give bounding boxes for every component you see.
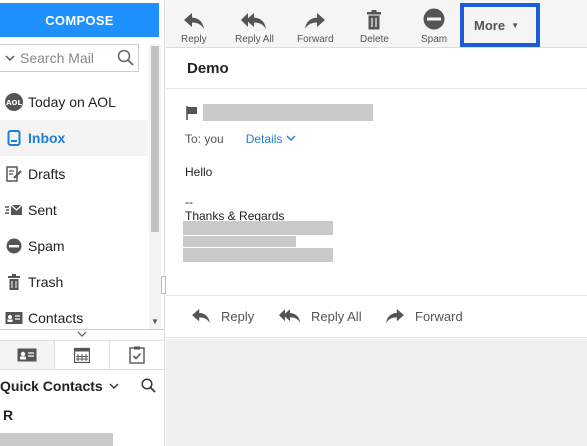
- details-link[interactable]: Details: [246, 132, 283, 146]
- quick-reply-all-button[interactable]: Reply All: [279, 308, 362, 324]
- chevron-down-icon[interactable]: [286, 134, 296, 145]
- folder-label: Drafts: [28, 166, 66, 182]
- folder-contacts[interactable]: Contacts: [0, 300, 148, 332]
- folder-spam[interactable]: Spam: [0, 228, 148, 264]
- folder-label: Today on AOL: [28, 94, 116, 110]
- forward-icon: [304, 6, 326, 30]
- search-scope-chevron-icon[interactable]: [0, 51, 20, 65]
- reply-all-icon: [241, 6, 267, 30]
- trash-icon: [4, 272, 24, 292]
- quick-actions-bar: Reply Reply All Forward: [166, 296, 587, 338]
- quick-reply-label: Reply: [221, 308, 255, 324]
- reply-all-icon: [279, 308, 301, 324]
- calendar-icon: [74, 347, 90, 363]
- chevron-down-icon: [77, 331, 87, 337]
- redacted-signature-line: [183, 248, 333, 262]
- spam-button[interactable]: Spam: [421, 6, 447, 45]
- spam-label: Spam: [421, 34, 448, 45]
- folder-trash[interactable]: Trash: [0, 264, 148, 300]
- message-toolbar: Reply Reply All Forward Delete Spam More…: [166, 0, 587, 48]
- recipient-row: To: you Details: [185, 132, 296, 146]
- folder-label: Inbox: [28, 130, 66, 146]
- quick-forward-label: Forward: [415, 308, 463, 324]
- reply-all-button[interactable]: Reply All: [235, 6, 274, 45]
- folder-label: Spam: [28, 238, 65, 254]
- subject-divider: [166, 88, 587, 89]
- forward-label: Forward: [297, 34, 334, 45]
- empty-pane-area: [166, 339, 587, 446]
- left-panel: COMPOSE Search Mail AOL Today on AOL Inb…: [0, 0, 165, 446]
- delete-label: Delete: [360, 34, 389, 45]
- quick-contacts-title: Quick Contacts: [0, 378, 103, 394]
- redacted-signature-line: [183, 221, 333, 235]
- trash-icon: [367, 6, 382, 30]
- sent-icon: [4, 200, 24, 220]
- quick-contacts-header[interactable]: Quick Contacts: [0, 375, 164, 397]
- spam-icon: [4, 236, 24, 256]
- tasks-icon: [129, 346, 145, 364]
- contact-card-icon: [17, 348, 37, 362]
- contacts-search-icon[interactable]: [141, 378, 156, 396]
- reply-label: Reply: [181, 34, 207, 45]
- aol-icon: AOL: [4, 92, 24, 112]
- folder-drafts[interactable]: Drafts: [0, 156, 148, 192]
- folder-today-on-aol[interactable]: AOL Today on AOL: [0, 84, 148, 120]
- panel-collapse-handle[interactable]: [0, 329, 164, 339]
- reply-icon: [191, 308, 211, 324]
- chevron-down-icon[interactable]: [109, 383, 119, 390]
- search-input[interactable]: Search Mail: [20, 50, 114, 66]
- mail-app: COMPOSE Search Mail AOL Today on AOL Inb…: [0, 0, 587, 446]
- contacts-icon: [4, 308, 24, 328]
- reply-icon: [183, 6, 205, 30]
- more-button[interactable]: More ▼: [460, 3, 540, 47]
- body-greeting: Hello: [185, 165, 213, 179]
- sender-row: [186, 104, 373, 121]
- forward-button[interactable]: Forward: [297, 6, 334, 45]
- inbox-icon: [4, 128, 24, 148]
- quick-reply-button[interactable]: Reply: [191, 308, 254, 324]
- pane-resize-handle[interactable]: [161, 276, 166, 294]
- tab-tasks[interactable]: [110, 341, 164, 369]
- search-icon[interactable]: [114, 49, 138, 67]
- folder-scrollbar[interactable]: ▼: [149, 44, 161, 330]
- search-box[interactable]: Search Mail: [0, 44, 139, 72]
- redacted-sender: [203, 104, 373, 121]
- message-body: Hello -- Thanks & Regards: [185, 165, 284, 223]
- spam-icon: [423, 6, 445, 30]
- quick-reply-all-label: Reply All: [311, 308, 362, 324]
- forward-icon: [385, 308, 405, 324]
- delete-button[interactable]: Delete: [360, 6, 389, 45]
- body-blank: [185, 179, 284, 193]
- scroll-down-icon[interactable]: ▼: [151, 317, 159, 326]
- signature-separator: --: [185, 195, 193, 209]
- folder-list: AOL Today on AOL Inbox Drafts Sent Spam …: [0, 84, 148, 332]
- reply-all-label: Reply All: [235, 34, 274, 45]
- aol-badge-text: AOL: [6, 99, 22, 107]
- folder-label: Trash: [28, 274, 64, 290]
- to-label: To: you: [185, 132, 224, 146]
- drafts-icon: [4, 164, 24, 184]
- folder-label: Contacts: [28, 310, 84, 326]
- more-label: More: [474, 17, 506, 33]
- tab-contacts[interactable]: [0, 341, 55, 369]
- folder-inbox[interactable]: Inbox: [0, 120, 148, 156]
- redacted-contact[interactable]: [0, 433, 113, 446]
- reply-button[interactable]: Reply: [181, 6, 207, 45]
- folder-label: Sent: [28, 202, 57, 218]
- contact-group-letter: R: [3, 407, 14, 423]
- scrollbar-thumb[interactable]: [151, 46, 159, 232]
- compose-button[interactable]: COMPOSE: [0, 3, 159, 37]
- flag-icon[interactable]: [186, 105, 198, 120]
- redacted-signature-line: [183, 236, 296, 247]
- contact-tabs: [0, 340, 164, 370]
- folder-sent[interactable]: Sent: [0, 192, 148, 228]
- quick-forward-button[interactable]: Forward: [385, 308, 463, 324]
- tab-calendar[interactable]: [55, 341, 110, 369]
- caret-down-icon: ▼: [511, 20, 519, 30]
- message-subject: Demo: [187, 60, 229, 77]
